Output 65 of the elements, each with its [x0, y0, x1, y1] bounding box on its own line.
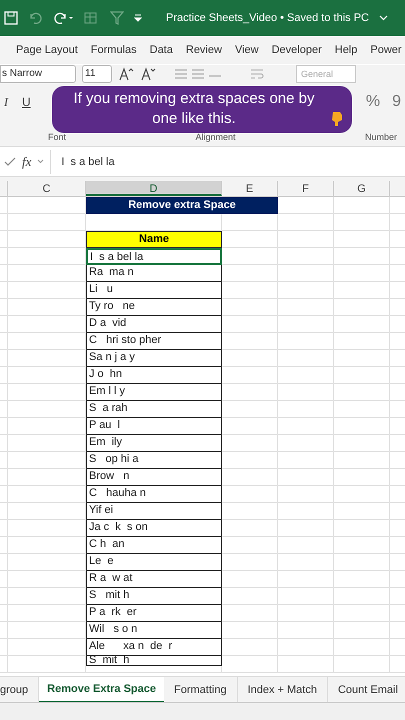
align-icon[interactable]	[174, 68, 222, 80]
checkmark-icon[interactable]	[4, 156, 16, 166]
ribbon-group-label: Number	[364, 130, 397, 144]
table-cell: Ra ma n	[86, 265, 222, 282]
table-cell: Yif ei	[86, 503, 222, 520]
table-cell: Le e	[86, 554, 222, 571]
table-cell: Ja c k s on	[86, 520, 222, 537]
table-cell: J o hn	[86, 367, 222, 384]
filter-icon[interactable]	[110, 11, 124, 25]
ribbon-tab[interactable]: Developer	[272, 42, 322, 58]
ribbon-group-label: Font	[48, 130, 66, 144]
column-header[interactable]: G	[334, 181, 390, 196]
column-header[interactable]: D	[86, 181, 222, 196]
italic-button[interactable]: I	[4, 93, 8, 111]
table-cell: I s a bel la	[86, 248, 222, 265]
insert-function-button[interactable]: fx	[22, 152, 32, 172]
save-icon[interactable]	[4, 11, 18, 25]
table-cell: D a vid	[86, 316, 222, 333]
column-header[interactable]: F	[278, 181, 334, 196]
ribbon-tab[interactable]: Review	[186, 42, 222, 58]
table-cell: C hauha n	[86, 486, 222, 503]
table-cell: C h an	[86, 537, 222, 554]
table-cell: Wil s o n	[86, 622, 222, 639]
table-cell: S mit h	[86, 588, 222, 605]
customize-icon[interactable]	[134, 14, 142, 22]
ribbon-tab[interactable]: View	[234, 42, 259, 58]
table-cell: Brow n	[86, 469, 222, 486]
redo-icon[interactable]	[54, 12, 74, 24]
sheet-title-cell: Remove extra Space	[86, 197, 278, 214]
table-cell: Ale xa n de r	[86, 639, 222, 656]
ribbon-tab[interactable]: Page Layout	[16, 42, 78, 58]
table-cell: Em ily	[86, 435, 222, 452]
table-cell: Sa n j a y	[86, 350, 222, 367]
decrease-font-icon[interactable]	[140, 67, 156, 81]
underline-button[interactable]: U	[22, 93, 31, 111]
caption-text: If you removing extra spaces one by one like this.	[72, 89, 316, 129]
percent-button[interactable]: %	[366, 90, 380, 114]
pointing-hand-icon	[330, 111, 344, 127]
column-header-cell: Name	[86, 231, 222, 248]
undo-icon[interactable]	[28, 12, 44, 24]
table-cell: P au l	[86, 418, 222, 435]
ribbon-group-label: Alignment	[195, 130, 236, 144]
table-cell: Li u	[86, 282, 222, 299]
chevron-down-icon[interactable]	[378, 15, 388, 21]
table-cell: R a w at	[86, 571, 222, 588]
table-cell: S mit h	[86, 656, 222, 666]
ribbon-tab[interactable]: Data	[150, 42, 173, 58]
table-cell: S a rah	[86, 401, 222, 418]
ribbon-tab[interactable]: Power	[370, 42, 402, 58]
column-header[interactable]: E	[222, 181, 278, 196]
table-cell: Ty ro ne	[86, 299, 222, 316]
ribbon-tab[interactable]: Help	[334, 42, 358, 58]
increase-font-icon[interactable]	[118, 67, 134, 81]
ribbon-tab[interactable]: Formulas	[90, 42, 137, 58]
caret-icon[interactable]	[37, 159, 44, 164]
table-cell: P a rk er	[86, 605, 222, 622]
table-cell: C hri sto pher	[86, 333, 222, 350]
formula-input-field[interactable]: I s a bel la	[50, 150, 405, 174]
font-size-field[interactable]: 11	[82, 65, 112, 83]
table-cell: S op hi a	[86, 452, 222, 469]
font-name-field[interactable]: s Narrow	[0, 65, 76, 83]
sheet-tab[interactable]: Remove Extra Space	[39, 676, 164, 702]
wrap-text-icon[interactable]	[250, 68, 264, 80]
comma-style-button[interactable]: 9	[392, 90, 401, 114]
table-cell: Em l l y	[86, 384, 222, 401]
